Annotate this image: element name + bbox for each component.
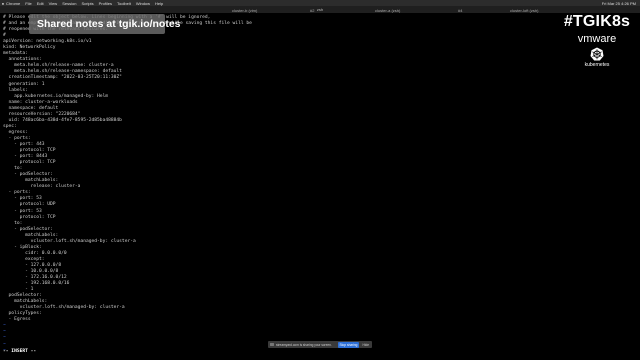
menu-item-file[interactable]: File [25,1,31,6]
screen-share-icon [270,343,274,346]
menu-item-session[interactable]: Session [62,1,76,6]
menubar-clock: Fri Mar 25 4:26 PM [601,0,636,6]
tab-cluster-a[interactable]: cluster-a (zsh) [375,8,400,13]
tab-cluster-b[interactable]: cluster-b (vim) [232,8,257,13]
terminal-tab-bar: zsh cluster-b (vim) #2 cluster-a (zsh) #… [0,6,640,13]
menu-item-window[interactable]: Window [136,1,150,6]
tab-cluster-loft[interactable]: cluster-loft (zsh) [510,8,538,13]
vmware-logo: vmware [577,33,617,45]
shared-notes-text: Shared notes at tgik.io/notes [37,18,181,30]
vim-mode-indicator: -- INSERT -- [3,349,37,354]
tab-4[interactable]: #4 [458,8,462,13]
tgik-hashtag: #TGIK8s [563,13,631,30]
kubernetes-wheel-icon [590,47,604,61]
menu-item-scripts[interactable]: Scripts [81,1,93,6]
kubernetes-label: kubernetes [584,62,610,68]
screen-share-notice: streamyard.com is sharing your screen. S… [268,341,372,348]
share-message: streamyard.com is sharing your screen. [276,342,332,347]
tab-2[interactable]: #2 [310,8,314,13]
menu-item-view[interactable]: View [49,1,58,6]
kubernetes-logo: kubernetes [557,47,637,68]
hide-button[interactable]: Hide [362,343,369,347]
shared-notes-banner: Shared notes at tgik.io/notes [29,14,181,34]
stop-sharing-button[interactable]: Stop sharing [337,341,360,348]
vim-editor[interactable]: # Please edit the object below. Lines be… [3,15,543,354]
brand-logo: #TGIK8s vmware kubernetes [557,13,637,79]
menu-item-edit[interactable]: Edit [37,1,44,6]
menu-item-help[interactable]: Help [155,1,163,6]
empty-line-marker[interactable]: ~ [3,348,543,354]
window-title: zsh [316,7,324,12]
menu-item-toolbelt[interactable]: Toolbelt [117,1,131,6]
menu-item-app[interactable]: Chrome [6,1,20,6]
menu-item-profiles[interactable]: Profiles [99,1,112,6]
